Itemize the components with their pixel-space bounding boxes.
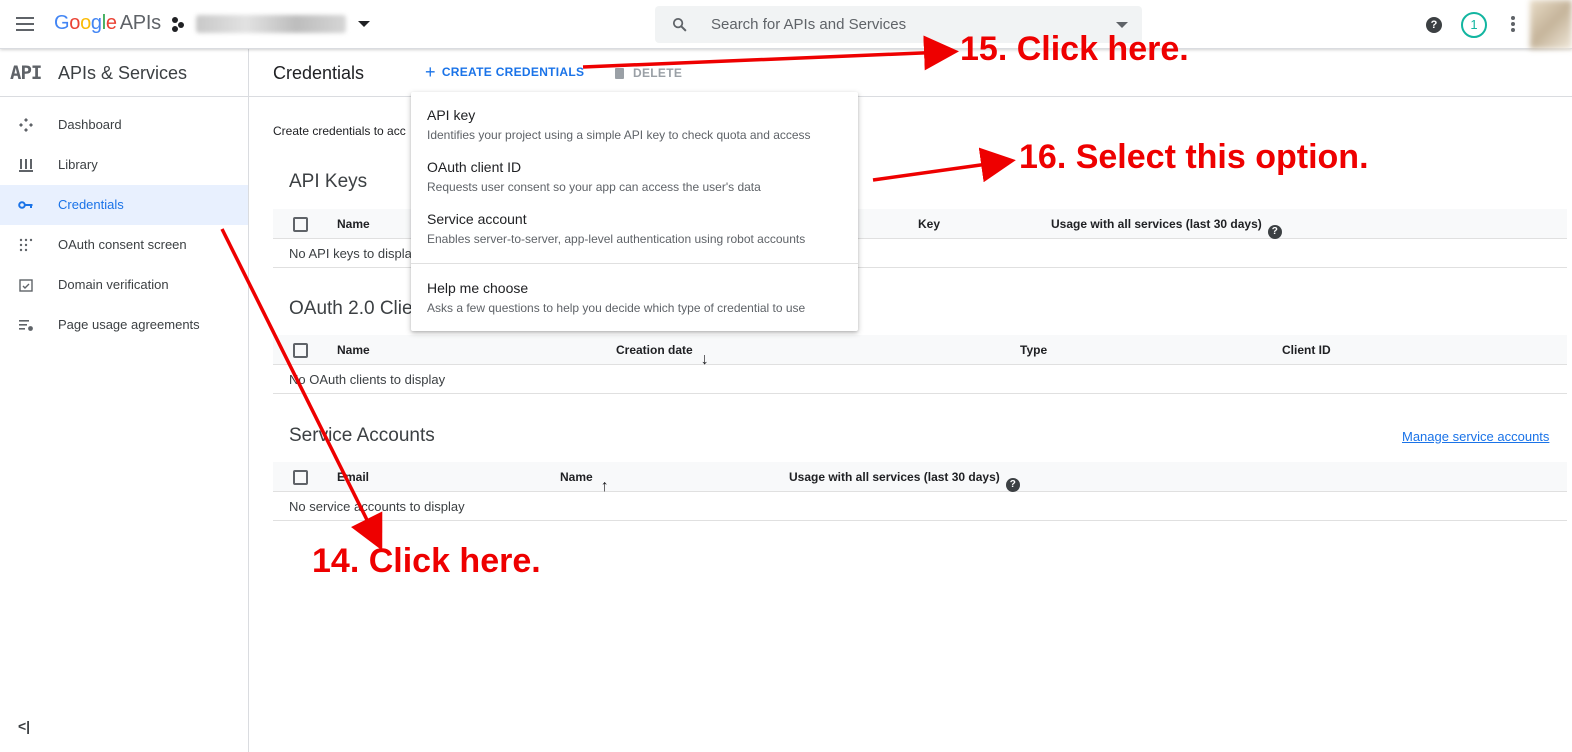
annotation-arrows <box>220 35 1016 551</box>
annotation-step-16: 16. Select this option. <box>1019 138 1369 176</box>
arrow-to-service-account <box>872 147 1016 183</box>
arrow-to-create-credentials <box>582 35 959 71</box>
annotation-step-15: 15. Click here. <box>960 30 1189 68</box>
annotation-step-14: 14. Click here. <box>312 542 541 580</box>
arrow-from-credentials <box>220 228 383 551</box>
